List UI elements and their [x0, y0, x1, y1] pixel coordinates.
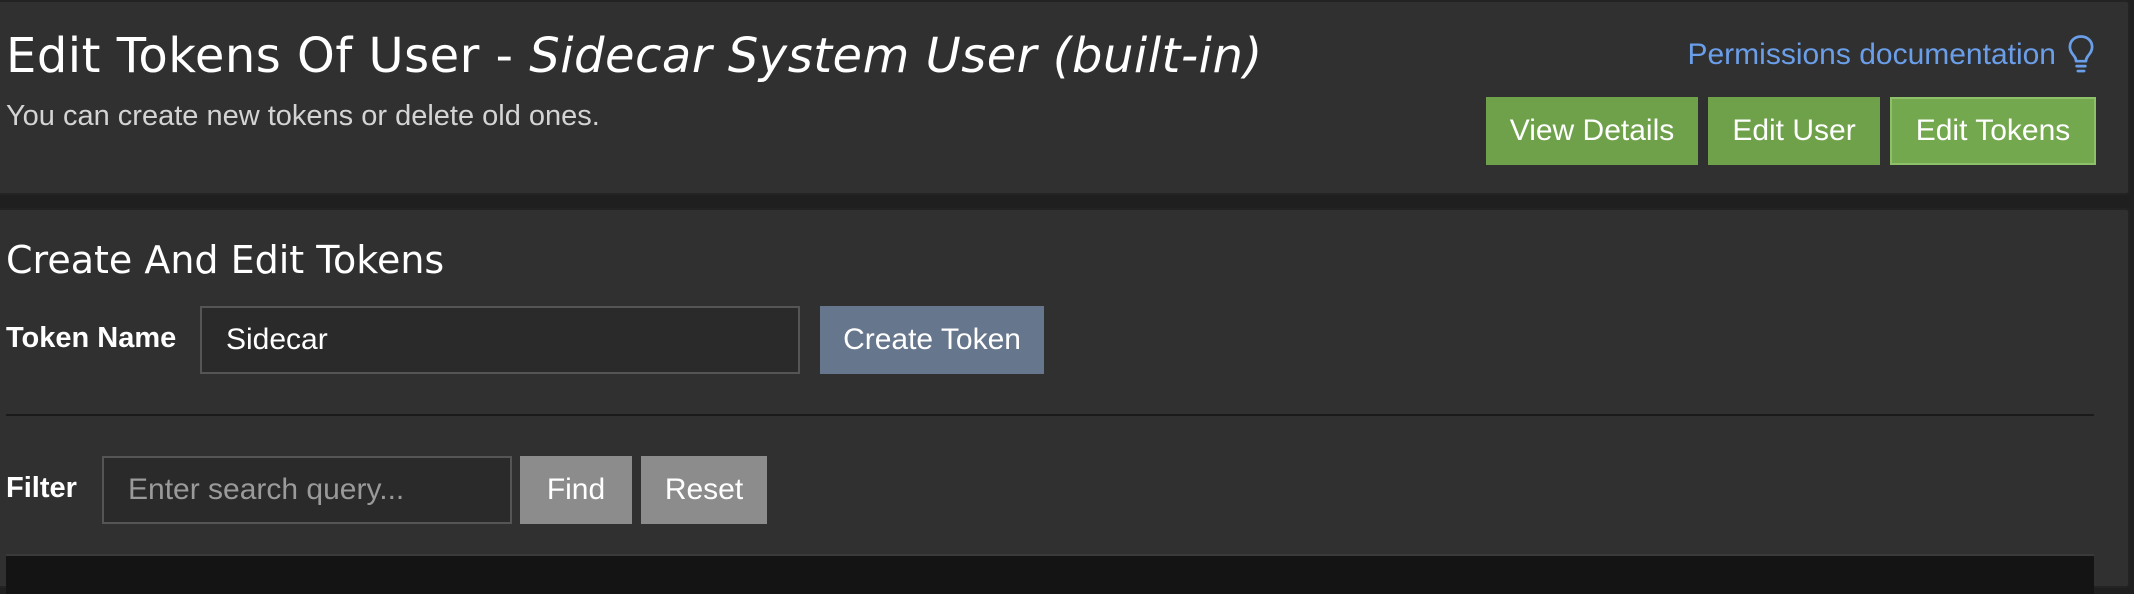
token-name-input[interactable]: [200, 306, 800, 374]
filter-label: Filter: [6, 472, 77, 504]
find-button[interactable]: Find: [520, 456, 632, 524]
edit-user-button[interactable]: Edit User: [1708, 97, 1880, 165]
token-name-label: Token Name: [6, 322, 177, 354]
reset-button[interactable]: Reset: [641, 456, 767, 524]
section-title: Create And Edit Tokens: [6, 238, 445, 282]
page-subtitle: You can create new tokens or delete old …: [6, 100, 600, 132]
view-details-button[interactable]: View Details: [1486, 97, 1698, 165]
page-title: Edit Tokens Of User - Sidecar System Use…: [6, 28, 1263, 84]
page-header: Edit Tokens Of User - Sidecar System Use…: [0, 0, 2130, 195]
tokens-table: [6, 554, 2094, 594]
page-title-user: Sidecar System User (built-in): [529, 28, 1263, 84]
page-title-prefix: Edit Tokens Of User -: [6, 28, 530, 84]
tokens-panel: Create And Edit Tokens Token Name Create…: [0, 208, 2130, 594]
create-token-button[interactable]: Create Token: [820, 306, 1044, 374]
permissions-documentation-label: Permissions documentation: [1687, 38, 2056, 71]
lightbulb-icon: [2068, 35, 2094, 73]
header-actions: View Details Edit User Edit Tokens: [1486, 97, 2096, 165]
section-divider: [6, 414, 2094, 416]
filter-search-input[interactable]: [102, 456, 512, 524]
permissions-documentation-link[interactable]: Permissions documentation: [1687, 34, 2096, 76]
edit-tokens-button[interactable]: Edit Tokens: [1890, 97, 2096, 165]
